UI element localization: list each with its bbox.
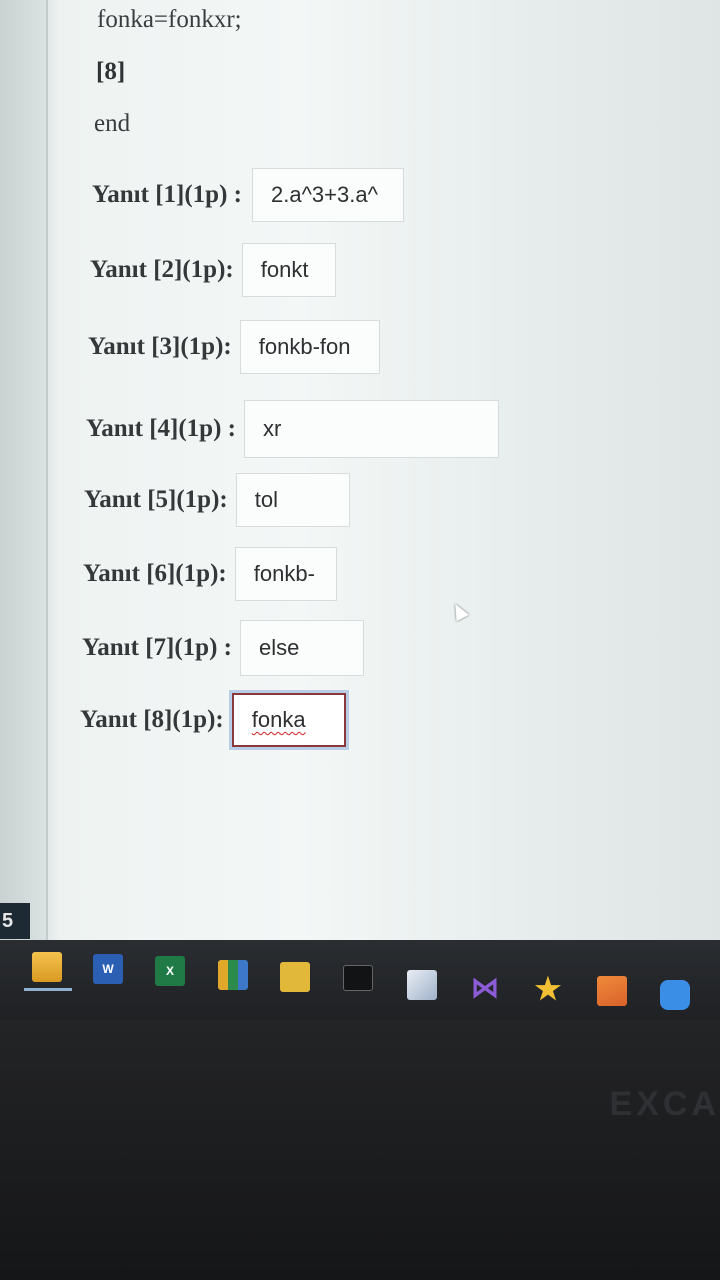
side-badge: 5 [0, 903, 30, 939]
cube-icon[interactable] [407, 970, 437, 1000]
answer-row-8: Yanıt [8](1p): fonka [80, 693, 346, 747]
answer-label-4: Yanıt [4](1p) : [86, 415, 236, 442]
code-line-assignment: fonka=fonkxr; [97, 6, 242, 33]
word-letter: W [102, 962, 114, 976]
answer-row-7: Yanıt [7](1p) : else [82, 620, 364, 676]
answer-input-3[interactable]: fonkb-fon [239, 320, 380, 374]
active-app-indicator [24, 988, 72, 991]
left-panel-strip [0, 0, 46, 940]
answer-row-5: Yanıt [5](1p): tol [84, 473, 350, 527]
photos-icon[interactable] [280, 962, 310, 992]
terminal-icon[interactable] [343, 965, 373, 991]
quiz-screen: fonka=fonkxr; [8] end Yanıt [1](1p) : 2.… [0, 0, 720, 965]
word-icon[interactable]: W [93, 954, 123, 984]
answer-row-4: Yanıt [4](1p) : xr [86, 400, 499, 458]
answer-label-5: Yanıt [5](1p): [84, 486, 228, 513]
visual-studio-icon[interactable]: ⋈ [470, 972, 500, 1003]
content-border [46, 0, 48, 940]
answer-row-2: Yanıt [2](1p): fonkt [90, 243, 336, 297]
answer-label-2: Yanıt [2](1p): [90, 256, 234, 283]
answer-row-1: Yanıt [1](1p) : 2.a^3+3.a^ [92, 168, 404, 222]
answer-label-7: Yanıt [7](1p) : [82, 634, 232, 661]
answer-input-7[interactable]: else [240, 620, 364, 676]
answer-input-2[interactable]: fonkt [241, 243, 336, 297]
answer-input-6[interactable]: fonkb- [234, 547, 337, 601]
answer-row-6: Yanıt [6](1p): fonkb- [83, 547, 337, 601]
folder-icon[interactable] [32, 952, 62, 982]
mouse-pointer-icon [449, 600, 469, 622]
answer-input-8-text: fonka [251, 707, 306, 732]
answer-input-4[interactable]: xr [244, 400, 499, 458]
answer-input-5[interactable]: tol [235, 473, 350, 527]
sheets-icon[interactable] [218, 960, 248, 990]
answer-label-1: Yanıt [1](1p) : [92, 181, 242, 208]
bezel-brand-text: EXCA [609, 1085, 720, 1123]
star-icon[interactable]: ★ [533, 973, 563, 1006]
code-line-end: end [94, 110, 131, 137]
excel-icon[interactable]: X [155, 956, 185, 986]
code-line-blank-marker: [8] [96, 58, 126, 85]
windows-taskbar: W X ⋈ ★ [0, 940, 720, 1020]
excel-letter: X [165, 964, 174, 978]
answer-label-6: Yanıt [6](1p): [83, 560, 227, 587]
answer-input-1[interactable]: 2.a^3+3.a^ [252, 168, 404, 222]
sublime-icon[interactable] [597, 976, 627, 1006]
monitor-bezel [0, 1020, 720, 1280]
answer-label-8: Yanıt [8](1p): [80, 706, 224, 733]
answer-row-3: Yanıt [3](1p): fonkb-fon [88, 320, 380, 374]
answer-label-3: Yanıt [3](1p): [88, 333, 232, 360]
answer-input-8[interactable]: fonka [231, 693, 346, 747]
zoom-icon[interactable] [660, 980, 690, 1010]
